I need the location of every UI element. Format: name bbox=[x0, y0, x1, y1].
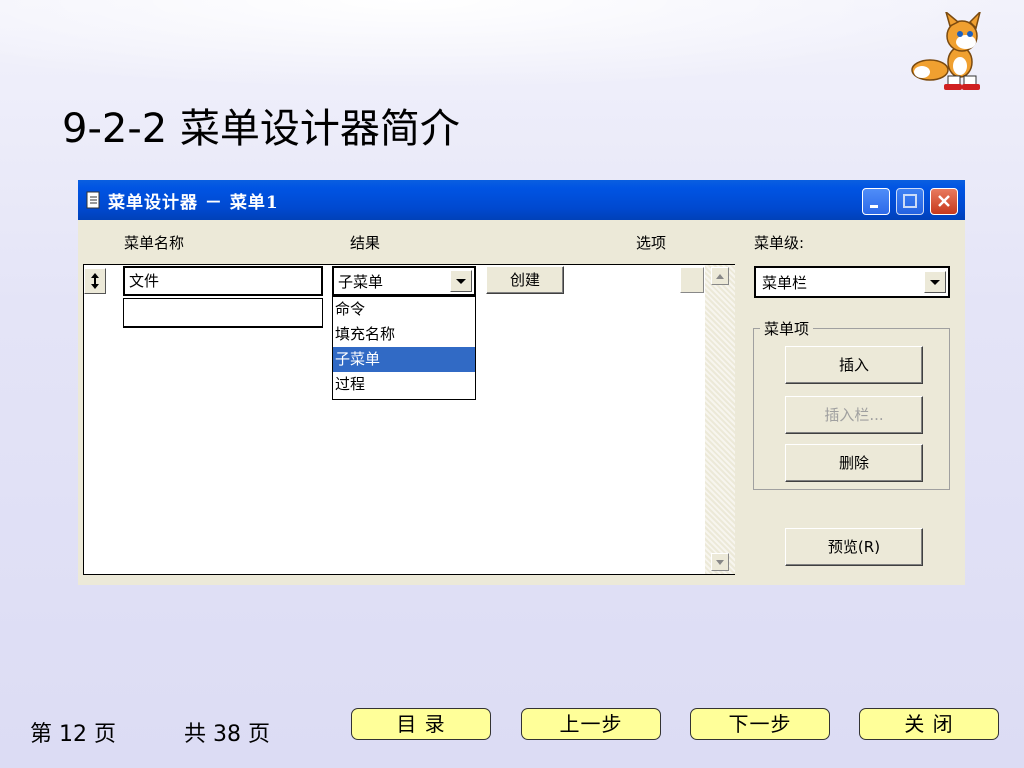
insert-bar-button[interactable]: 插入栏... bbox=[785, 396, 923, 434]
dropdown-option-pad-name[interactable]: 填充名称 bbox=[333, 322, 475, 347]
minimize-button[interactable] bbox=[862, 188, 890, 215]
minimize-icon bbox=[870, 205, 878, 208]
page-number: 12 bbox=[59, 722, 88, 747]
total-number: 38 bbox=[213, 722, 242, 747]
column-header-result: 结果 bbox=[350, 234, 381, 252]
result-combo-value: 子菜单 bbox=[338, 273, 384, 291]
total-indicator: 共 38 页 bbox=[184, 716, 270, 748]
fox-mascot-icon bbox=[911, 12, 981, 90]
maximize-button[interactable] bbox=[896, 188, 924, 215]
menu-item-group-label: 菜单项 bbox=[760, 318, 814, 339]
dropdown-option-submenu[interactable]: 子菜单 bbox=[333, 347, 475, 372]
insert-button[interactable]: 插入 bbox=[785, 346, 923, 384]
arrow-up-icon bbox=[716, 274, 724, 279]
updown-arrow-icon bbox=[91, 273, 99, 289]
menu-name-input-empty[interactable] bbox=[123, 298, 323, 328]
chevron-down-icon bbox=[930, 280, 940, 285]
page-indicator: 第 12 页 bbox=[30, 716, 116, 748]
menu-level-value: 菜单栏 bbox=[762, 274, 808, 292]
result-dropdown-list: 命令 填充名称 子菜单 过程 bbox=[332, 296, 476, 400]
result-combo-arrow[interactable] bbox=[450, 270, 472, 292]
column-header-name: 菜单名称 bbox=[124, 234, 185, 252]
menu-designer-dialog: 菜单设计器 － 菜单1 菜单名称 结果 选项 菜单级: 文件 子菜单 命令 填充… bbox=[78, 180, 965, 585]
dropdown-option-command[interactable]: 命令 bbox=[333, 297, 475, 322]
background-glow bbox=[0, 0, 1024, 90]
options-button[interactable] bbox=[680, 267, 704, 293]
menu-level-arrow[interactable] bbox=[924, 271, 946, 293]
total-prefix: 共 bbox=[184, 722, 207, 747]
dialog-title: 菜单设计器 － 菜单1 bbox=[108, 193, 279, 213]
close-slide-button[interactable]: 关 闭 bbox=[859, 708, 999, 740]
prev-step-button[interactable]: 上一步 bbox=[521, 708, 661, 740]
dropdown-option-procedure[interactable]: 过程 bbox=[333, 372, 475, 397]
page-suffix: 页 bbox=[94, 722, 117, 747]
next-step-button[interactable]: 下一步 bbox=[690, 708, 830, 740]
menu-level-combo[interactable]: 菜单栏 bbox=[754, 266, 950, 298]
close-window-button[interactable] bbox=[930, 188, 958, 215]
chevron-down-icon bbox=[456, 279, 466, 284]
menu-level-label: 菜单级: bbox=[754, 234, 805, 252]
total-suffix: 页 bbox=[248, 722, 271, 747]
column-header-options: 选项 bbox=[636, 234, 667, 252]
arrow-down-icon bbox=[716, 560, 724, 565]
create-button[interactable]: 创建 bbox=[486, 266, 564, 294]
grid-scrollbar[interactable] bbox=[705, 264, 735, 575]
toc-button[interactable]: 目 录 bbox=[351, 708, 491, 740]
dialog-titlebar[interactable]: 菜单设计器 － 菜单1 bbox=[78, 180, 965, 220]
menu-name-input[interactable]: 文件 bbox=[123, 266, 323, 296]
row-move-handle[interactable] bbox=[84, 268, 106, 294]
menu-document-icon bbox=[86, 191, 100, 209]
slide-title: 9-2-2 菜单设计器简介 bbox=[62, 106, 460, 152]
scroll-up-button[interactable] bbox=[711, 267, 729, 285]
result-combo[interactable]: 子菜单 bbox=[332, 266, 476, 296]
page-prefix: 第 bbox=[30, 722, 53, 747]
scroll-down-button[interactable] bbox=[711, 553, 729, 571]
close-icon bbox=[938, 195, 950, 207]
delete-button[interactable]: 删除 bbox=[785, 444, 923, 482]
preview-button[interactable]: 预览(R) bbox=[785, 528, 923, 566]
maximize-icon bbox=[903, 194, 917, 208]
